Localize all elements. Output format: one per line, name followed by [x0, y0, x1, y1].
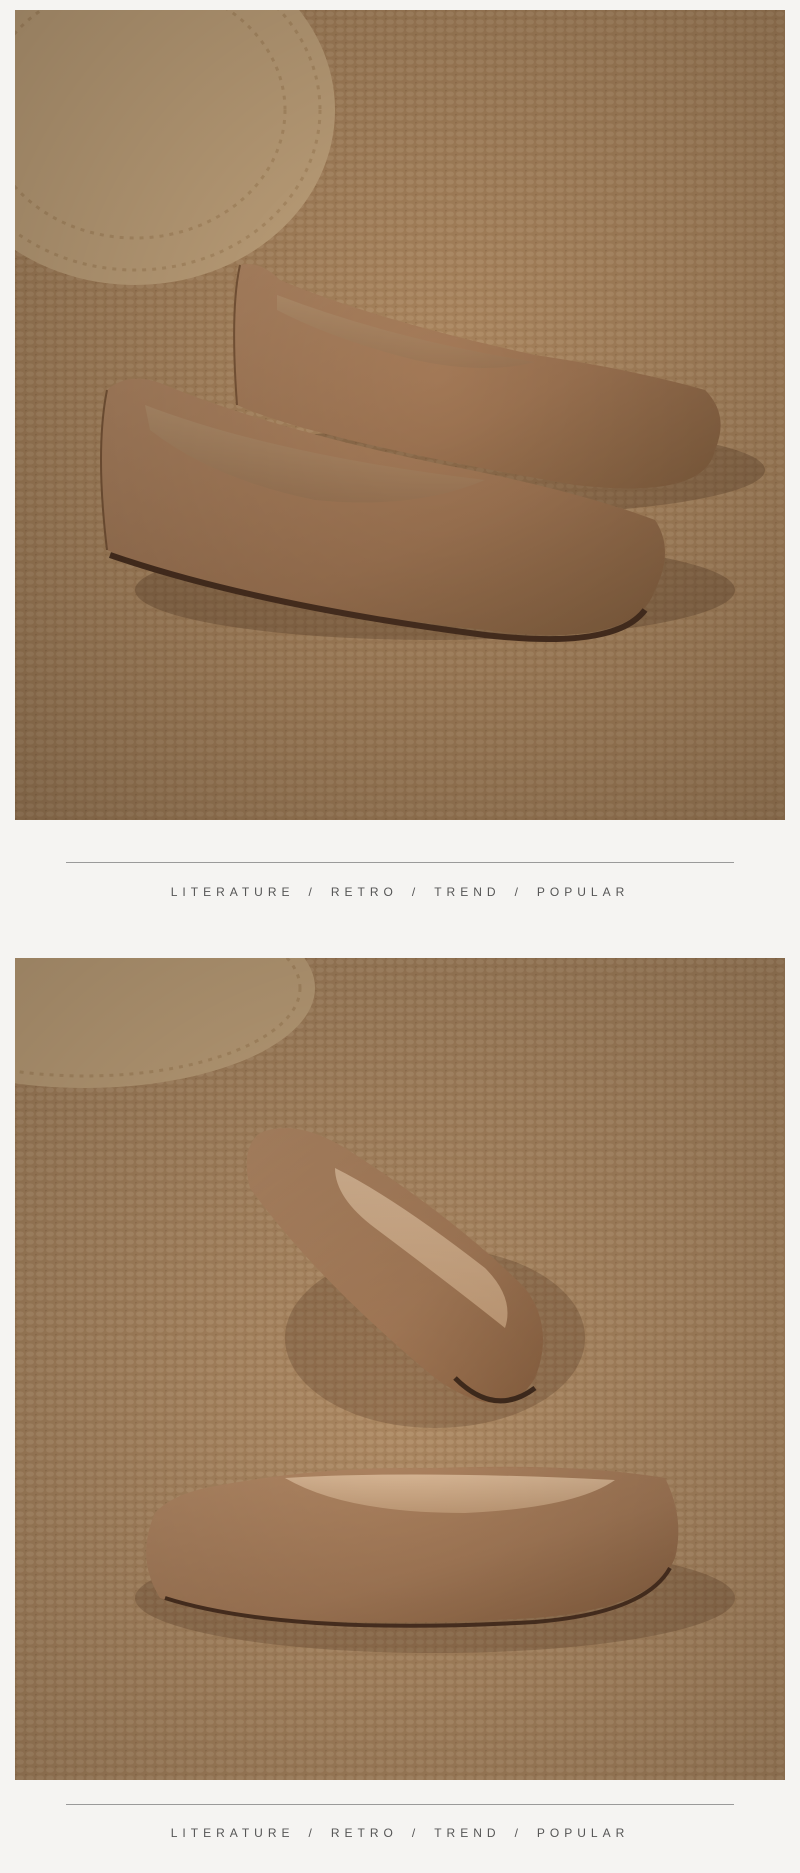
tagline-item: LITERATURE	[170, 885, 295, 899]
tagline-separator: /	[308, 885, 317, 899]
tagline-item: LITERATURE	[170, 1826, 295, 1840]
tagline-band-2: LITERATURE / RETRO / TREND / POPULAR	[0, 1780, 800, 1873]
tagline-separator: /	[308, 1826, 317, 1840]
tagline: LITERATURE / RETRO / TREND / POPULAR	[0, 1826, 800, 1840]
divider-rule	[66, 1804, 734, 1805]
product-photo-top	[15, 10, 785, 820]
divider-rule	[66, 862, 734, 863]
tagline-separator: /	[514, 885, 523, 899]
tagline-separator: /	[514, 1826, 523, 1840]
tagline-item: RETRO	[330, 1826, 398, 1840]
tagline-separator: /	[411, 1826, 421, 1840]
tagline-item: TREND	[434, 1826, 501, 1840]
tagline: LITERATURE / RETRO / TREND / POPULAR	[0, 885, 800, 899]
tagline-item: POPULAR	[536, 1826, 630, 1840]
tagline-item: TREND	[434, 885, 501, 899]
tagline-separator: /	[411, 885, 421, 899]
shoes-photo-illustration	[15, 10, 785, 820]
tagline-item: POPULAR	[536, 885, 630, 899]
product-photo-bottom	[15, 958, 785, 1780]
shoes-photo-illustration	[15, 958, 785, 1780]
tagline-band-1: LITERATURE / RETRO / TREND / POPULAR	[0, 820, 800, 958]
tagline-item: RETRO	[330, 885, 398, 899]
